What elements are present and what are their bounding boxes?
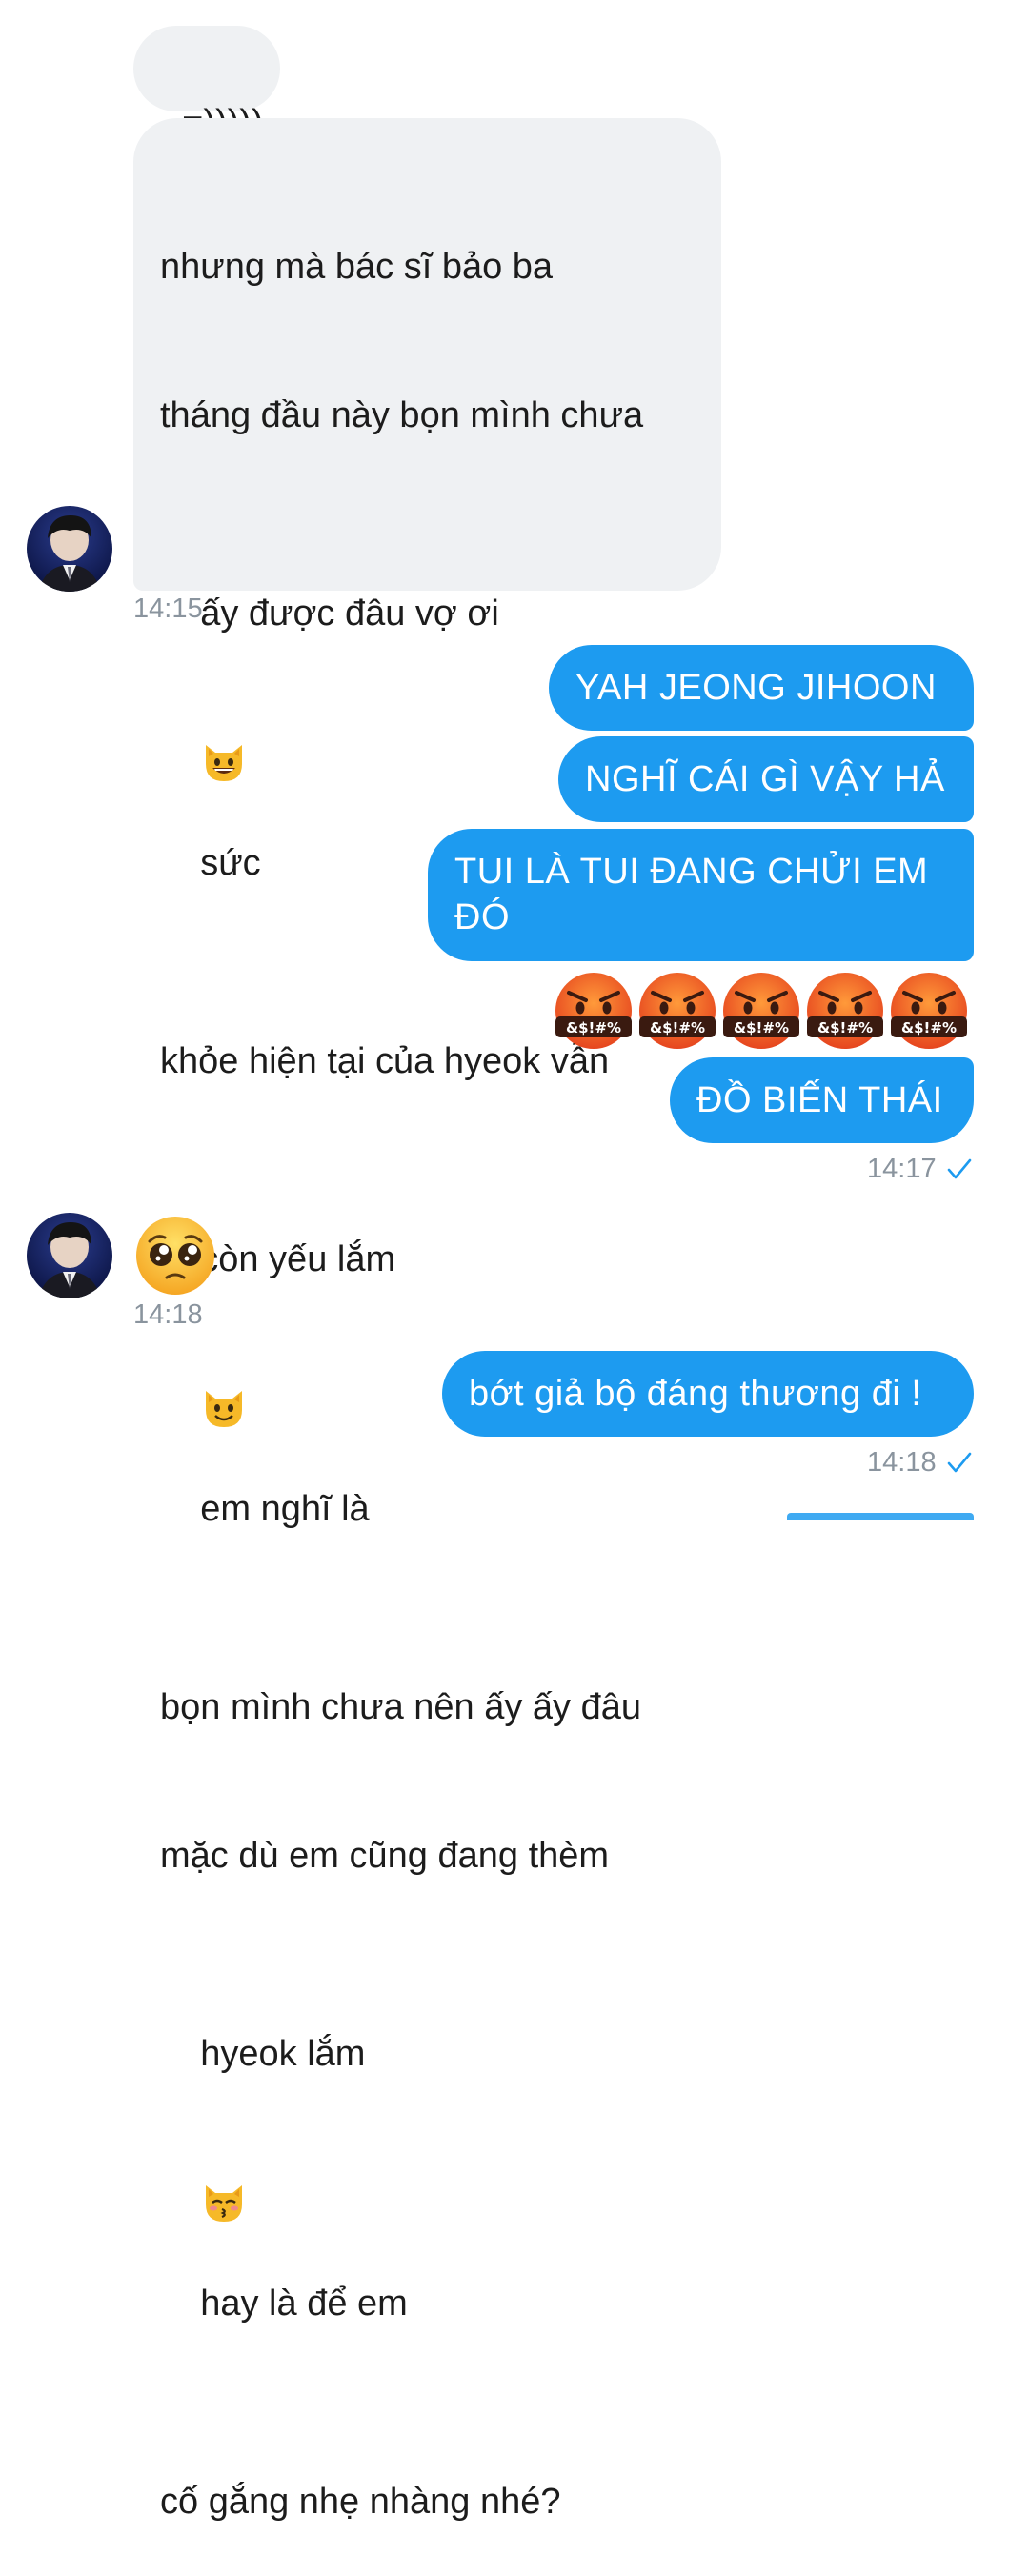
- message-timestamp: 14:18: [133, 1299, 203, 1330]
- contact-avatar[interactable]: [27, 506, 112, 592]
- message-line: hyeok lắm hay là để em: [200, 2034, 408, 2324]
- message-text: YAH JEONG JIHOON: [575, 668, 937, 708]
- message-line: mặc dù em cũng đang thèm: [160, 1836, 610, 1876]
- pleading-face-icon[interactable]: [134, 1215, 216, 1297]
- message-status: 14:18: [867, 1446, 974, 1480]
- message-line: nhưng mà bác sĩ bảo ba: [160, 247, 554, 287]
- read-check-icon: [945, 1155, 974, 1188]
- face-with-symbols-on-mouth-icon: &$!#%: [554, 971, 969, 1051]
- message-line: cố gắng nhẹ nhàng nhé?: [160, 2482, 561, 2522]
- outgoing-message-bubble[interactable]: TUI LÀ TUI ĐANG CHỬI EM ĐÓ: [428, 829, 974, 961]
- message-text: ĐỒ BIẾN THÁI: [696, 1080, 943, 1120]
- incoming-message-bubble[interactable]: =))))): [133, 26, 280, 143]
- message-timestamp: 14:15: [133, 594, 203, 624]
- outgoing-message-bubble[interactable]: NGHĨ CÁI GÌ VẬY HẢ: [558, 736, 974, 822]
- incoming-message-bubble[interactable]: nhưng mà bác sĩ bảo ba tháng đầu này bọn…: [133, 118, 721, 2522]
- grinning-cat-icon: [200, 638, 248, 781]
- message-text: bớt giả bộ đáng thương đi !: [469, 1374, 922, 1414]
- message-text: NGHĨ CÁI GÌ VẬY HẢ: [585, 759, 945, 799]
- outgoing-message-bubble[interactable]: YAH JEONG JIHOON: [549, 645, 974, 731]
- message-status: 14:17: [867, 1153, 974, 1187]
- partial-element: [787, 1513, 974, 1520]
- outgoing-message-bubble[interactable]: ĐỒ BIẾN THÁI: [670, 1057, 974, 1143]
- message-timestamp: 14:18: [867, 1447, 937, 1478]
- contact-avatar[interactable]: [27, 1213, 112, 1298]
- outgoing-message-bubble[interactable]: bớt giả bộ đáng thương đi !: [442, 1351, 974, 1437]
- read-check-icon: [945, 1448, 974, 1481]
- message-line: tháng đầu này bọn mình chưa: [160, 395, 644, 435]
- emoji-message-row[interactable]: &$!#%: [554, 970, 975, 1052]
- message-line: bọn mình chưa nên ấy ấy đâu: [160, 1687, 642, 1727]
- message-timestamp: 14:17: [867, 1154, 937, 1184]
- message-line: ĐÓ: [454, 897, 510, 937]
- message-line: TUI LÀ TUI ĐANG CHỬI EM: [454, 852, 929, 892]
- kissing-cat-icon: [200, 2079, 248, 2222]
